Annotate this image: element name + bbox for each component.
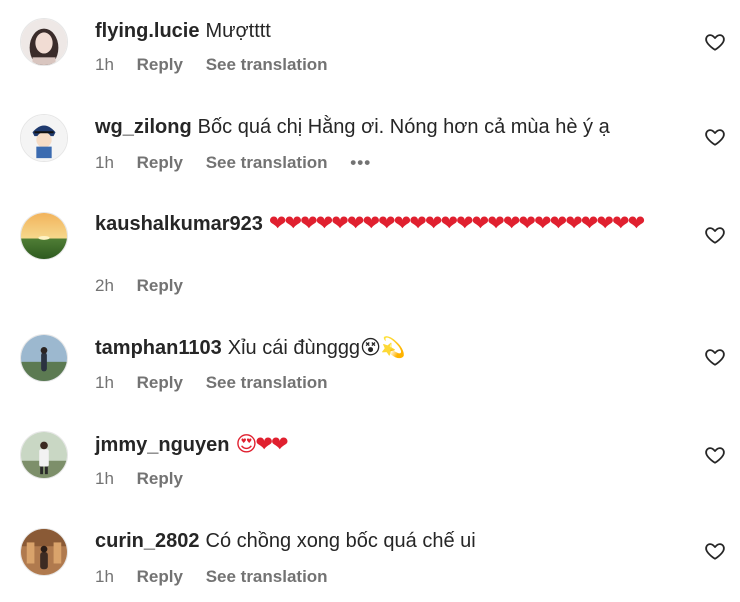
avatar[interactable] bbox=[20, 212, 68, 260]
see-translation-button[interactable]: See translation bbox=[206, 373, 328, 392]
username-link[interactable]: wg_zilong bbox=[95, 116, 192, 138]
emoji-text: 😵💫 bbox=[360, 335, 406, 359]
reply-button[interactable]: Reply bbox=[137, 55, 183, 74]
timestamp[interactable]: 1h bbox=[95, 55, 114, 74]
comment-body: Mượtttt bbox=[205, 20, 271, 42]
comment-body: Xỉu cái đùnggg bbox=[227, 337, 361, 359]
timestamp[interactable]: 2h bbox=[95, 276, 114, 295]
comment-text: jmmy_nguyen 😍❤❤ bbox=[95, 430, 685, 459]
comment-meta: 1h Reply See translation bbox=[95, 55, 346, 75]
heart-outline-icon[interactable] bbox=[704, 346, 726, 368]
comment-meta: 2h Reply bbox=[95, 276, 201, 296]
more-options-icon[interactable]: ••• bbox=[350, 153, 371, 172]
comment-text: flying.lucie Mượtttt bbox=[95, 17, 685, 45]
heart-outline-icon[interactable] bbox=[704, 444, 726, 466]
reply-button[interactable]: Reply bbox=[137, 469, 183, 488]
timestamp[interactable]: 1h bbox=[95, 373, 114, 392]
timestamp[interactable]: 1h bbox=[95, 153, 114, 172]
avatar[interactable] bbox=[20, 528, 68, 576]
comment-meta: 1h Reply bbox=[95, 469, 201, 489]
username-link[interactable]: jmmy_nguyen bbox=[95, 434, 229, 456]
heart-outline-icon[interactable] bbox=[704, 540, 726, 562]
avatar[interactable] bbox=[20, 114, 68, 162]
see-translation-button[interactable]: See translation bbox=[206, 153, 328, 172]
comment-body: Bốc quá chị Hằng ơi. Nóng hơn cả mùa hè … bbox=[197, 116, 610, 138]
avatar[interactable] bbox=[20, 334, 68, 382]
username-link[interactable]: curin_2802 bbox=[95, 530, 200, 552]
heart-emoji-text: ❤❤❤❤❤❤❤❤❤❤❤❤❤❤❤❤❤❤❤❤❤❤❤❤ bbox=[268, 211, 645, 235]
comment-meta: 1h Reply See translation bbox=[95, 567, 346, 587]
timestamp[interactable]: 1h bbox=[95, 567, 114, 586]
reply-button[interactable]: Reply bbox=[137, 567, 183, 586]
reply-button[interactable]: Reply bbox=[137, 276, 183, 295]
comment-text: curin_2802 Có chồng xong bốc quá chế ui bbox=[95, 527, 685, 555]
comment-meta: 1h Reply See translation bbox=[95, 373, 346, 393]
comment-text: wg_zilong Bốc quá chị Hằng ơi. Nóng hơn c… bbox=[95, 113, 685, 141]
see-translation-button[interactable]: See translation bbox=[206, 567, 328, 586]
avatar[interactable] bbox=[20, 18, 68, 66]
comment-body: Có chồng xong bốc quá chế ui bbox=[205, 530, 476, 552]
see-translation-button[interactable]: See translation bbox=[206, 55, 328, 74]
username-link[interactable]: tamphan1103 bbox=[95, 337, 222, 359]
heart-outline-icon[interactable] bbox=[704, 31, 726, 53]
comment-text: tamphan1103 Xỉu cái đùnggg😵💫 bbox=[95, 333, 685, 362]
username-link[interactable]: flying.lucie bbox=[95, 20, 199, 42]
heart-outline-icon[interactable] bbox=[704, 126, 726, 148]
comment-meta: 1h Reply See translation ••• bbox=[95, 153, 389, 173]
emoji-text: 😍❤❤ bbox=[235, 432, 288, 456]
reply-button[interactable]: Reply bbox=[137, 373, 183, 392]
comment-text: kaushalkumar923 ❤❤❤❤❤❤❤❤❤❤❤❤❤❤❤❤❤❤❤❤❤❤❤❤ bbox=[95, 209, 685, 238]
username-link[interactable]: kaushalkumar923 bbox=[95, 213, 263, 235]
timestamp[interactable]: 1h bbox=[95, 469, 114, 488]
reply-button[interactable]: Reply bbox=[137, 153, 183, 172]
avatar[interactable] bbox=[20, 431, 68, 479]
heart-outline-icon[interactable] bbox=[704, 224, 726, 246]
